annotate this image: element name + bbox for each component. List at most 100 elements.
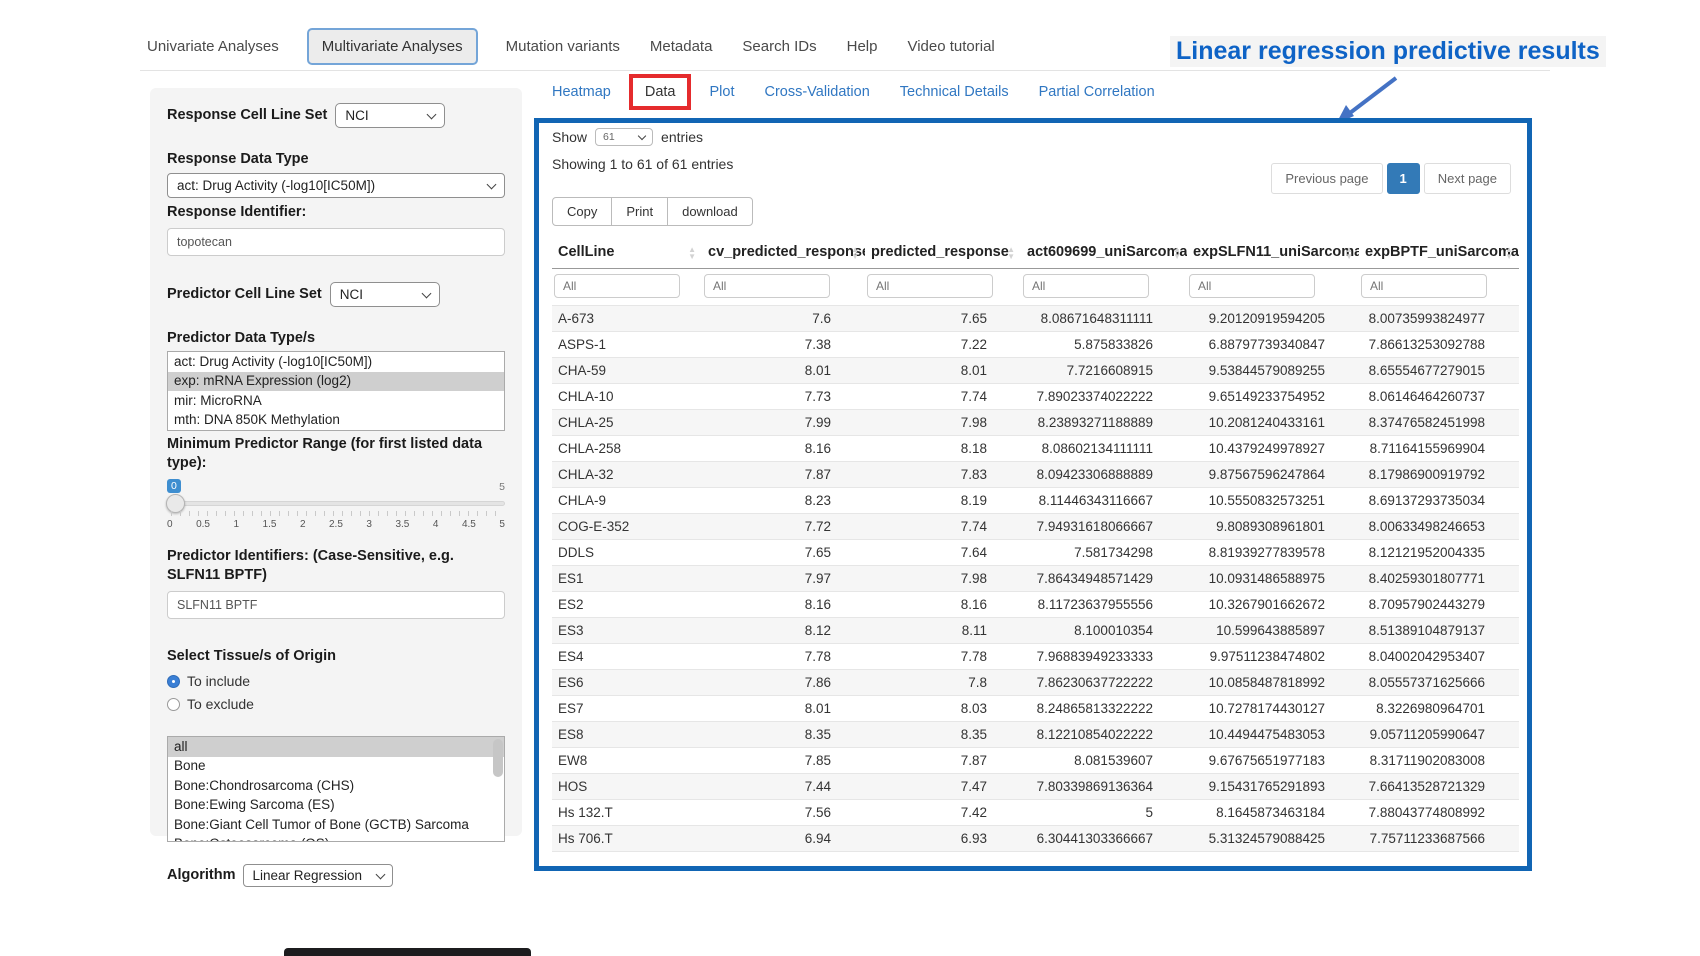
value-cell: 10.599643885897 <box>1187 618 1359 644</box>
value-cell: 5 <box>1021 800 1187 826</box>
cellline-cell: ES8 <box>552 722 702 748</box>
value-cell: 5.875833826 <box>1021 332 1187 358</box>
previous-page-button[interactable]: Previous page <box>1271 163 1382 194</box>
value-cell: 8.01 <box>702 358 865 384</box>
result-tab-technical-details[interactable]: Technical Details <box>900 84 1009 100</box>
column-header-cv-predicted-response[interactable]: cv_predicted_response▲▼ <box>702 238 865 269</box>
value-cell: 7.87 <box>865 748 1021 774</box>
value-cell: 8.01 <box>865 358 1021 384</box>
value-cell: 7.64 <box>865 540 1021 566</box>
value-cell: 7.86434948571429 <box>1021 566 1187 592</box>
show-entries-prefix: Show <box>552 129 587 145</box>
table-row: DDLS7.657.647.5817342988.819392778395788… <box>552 540 1519 566</box>
listbox-scrollbar[interactable] <box>493 739 503 777</box>
column-filter-input-cv-predicted-response[interactable] <box>704 274 830 298</box>
column-header-act609699-unisarcoma[interactable]: act609699_uniSarcoma▲▼ <box>1021 238 1187 269</box>
nav-tab-video-tutorial[interactable]: Video tutorial <box>905 29 996 64</box>
predictor-data-types-listbox[interactable]: act: Drug Activity (-log10[IC50M])exp: m… <box>167 351 505 431</box>
cellline-cell: CHLA-32 <box>552 462 702 488</box>
tissue-option[interactable]: Bone:Chondrosarcoma (CHS) <box>168 776 504 796</box>
tissue-radio-label: To exclude <box>187 696 254 712</box>
value-cell: 7.47 <box>865 774 1021 800</box>
tissue-option[interactable]: Bone:Ewing Sarcoma (ES) <box>168 796 504 816</box>
tissue-option[interactable]: all <box>168 737 504 757</box>
tissue-radio-to-exclude[interactable]: To exclude <box>167 696 505 712</box>
table-row: CHA-598.018.017.72166089159.538445790892… <box>552 358 1519 384</box>
predictor-identifiers-input[interactable] <box>167 591 505 619</box>
value-cell: 9.67675651977183 <box>1187 748 1359 774</box>
result-tab-partial-correlation[interactable]: Partial Correlation <box>1039 84 1155 100</box>
current-page-button[interactable]: 1 <box>1387 163 1420 194</box>
value-cell: 8.16 <box>702 436 865 462</box>
next-page-button[interactable]: Next page <box>1424 163 1511 194</box>
table-row: HOS7.447.477.803398691363649.15431765291… <box>552 774 1519 800</box>
result-tab-plot[interactable]: Plot <box>709 84 734 100</box>
result-tab-data[interactable]: Data <box>629 74 692 110</box>
nav-tab-search-ids[interactable]: Search IDs <box>740 29 818 64</box>
algorithm-select[interactable]: Linear Regression <box>243 864 393 887</box>
response-data-type-select[interactable]: act: Drug Activity (-log10[IC50M]) <box>167 173 505 198</box>
tissue-radio-to-include[interactable]: To include <box>167 673 505 689</box>
predictor-data-type-option[interactable]: mir: MicroRNA <box>168 391 504 411</box>
download-button[interactable]: download <box>667 197 753 226</box>
predictor-cell-line-set-select[interactable]: NCI <box>330 282 440 307</box>
tissue-option[interactable]: Bone:Giant Cell Tumor of Bone (GCTB) Sar… <box>168 815 504 835</box>
result-tab-heatmap[interactable]: Heatmap <box>552 84 611 100</box>
nav-tab-univariate-analyses[interactable]: Univariate Analyses <box>145 29 281 64</box>
predictor-data-type-option[interactable]: mth: DNA 850K Methylation <box>168 411 504 431</box>
chevron-down-icon <box>421 288 431 298</box>
value-cell: 8.12210854022222 <box>1021 722 1187 748</box>
tissue-listbox[interactable]: allBoneBone:Chondrosarcoma (CHS)Bone:Ewi… <box>167 736 505 842</box>
column-header-predicted-response[interactable]: predicted_response▲▼ <box>865 238 1021 269</box>
column-header-expbptf-unisarcoma[interactable]: expBPTF_uniSarcoma▲▼ <box>1359 238 1519 269</box>
column-filter-input-expbptf-unisarcoma[interactable] <box>1361 274 1487 298</box>
value-cell: 7.65 <box>702 540 865 566</box>
min-range-slider[interactable]: 0 5 00.511.522.533.544.55 <box>167 479 505 537</box>
value-cell: 7.85 <box>702 748 865 774</box>
response-identifier-input[interactable] <box>167 228 505 256</box>
column-filter-input-cellline[interactable] <box>554 274 680 298</box>
value-cell: 8.11446343116667 <box>1021 488 1187 514</box>
predictor-cell-line-set-label: Predictor Cell Line Set <box>167 285 322 304</box>
column-filter-input-act609699-unisarcoma[interactable] <box>1023 274 1149 298</box>
value-cell: 8.65554677279015 <box>1359 358 1519 384</box>
show-entries-select[interactable]: 61 <box>595 128 653 146</box>
bottom-dark-bar <box>284 948 531 956</box>
tissue-option[interactable]: Bone:Osteosarcoma (OS) <box>168 835 504 843</box>
chevron-down-icon <box>427 109 437 119</box>
value-cell: 7.7216608915 <box>1021 358 1187 384</box>
cellline-cell: ASPS-1 <box>552 332 702 358</box>
radio-on-icon[interactable] <box>167 675 180 688</box>
value-cell: 7.66413528721329 <box>1359 774 1519 800</box>
cellline-cell: DDLS <box>552 540 702 566</box>
nav-tab-metadata[interactable]: Metadata <box>648 29 715 64</box>
column-filter-input-predicted-response[interactable] <box>867 274 993 298</box>
tissue-option[interactable]: Bone <box>168 757 504 777</box>
predictor-data-type-option[interactable]: exp: mRNA Expression (log2) <box>168 372 504 392</box>
sort-arrows-icon: ▲▼ <box>1173 246 1181 260</box>
slider-tick-label: 1 <box>233 519 239 530</box>
value-cell: 9.15431765291893 <box>1187 774 1359 800</box>
radio-off-icon[interactable] <box>167 698 180 711</box>
cellline-cell: ES1 <box>552 566 702 592</box>
column-header-expslfn11-unisarcoma[interactable]: expSLFN11_uniSarcoma▲▼ <box>1187 238 1359 269</box>
slider-track[interactable] <box>167 501 505 506</box>
column-filter-input-expslfn11-unisarcoma[interactable] <box>1189 274 1315 298</box>
slider-tick-label: 4.5 <box>462 519 476 530</box>
nav-tab-mutation-variants[interactable]: Mutation variants <box>504 29 622 64</box>
result-tab-cross-validation[interactable]: Cross-Validation <box>764 84 869 100</box>
predictor-data-type-option[interactable]: act: Drug Activity (-log10[IC50M]) <box>168 352 504 372</box>
cellline-cell: EW8 <box>552 748 702 774</box>
slider-tickmarks <box>171 511 501 516</box>
column-header-cellline[interactable]: CellLine▲▼ <box>552 238 702 269</box>
response-data-type-label: Response Data Type <box>167 150 505 169</box>
response-cell-line-set-select[interactable]: NCI <box>335 103 445 128</box>
value-cell: 8.05557371625666 <box>1359 670 1519 696</box>
nav-tab-help[interactable]: Help <box>845 29 880 64</box>
copy-button[interactable]: Copy <box>552 197 612 226</box>
chevron-down-icon <box>487 179 497 189</box>
cellline-cell: A-673 <box>552 306 702 332</box>
print-button[interactable]: Print <box>611 197 668 226</box>
nav-tab-multivariate-analyses[interactable]: Multivariate Analyses <box>307 28 478 65</box>
cellline-cell: CHLA-10 <box>552 384 702 410</box>
